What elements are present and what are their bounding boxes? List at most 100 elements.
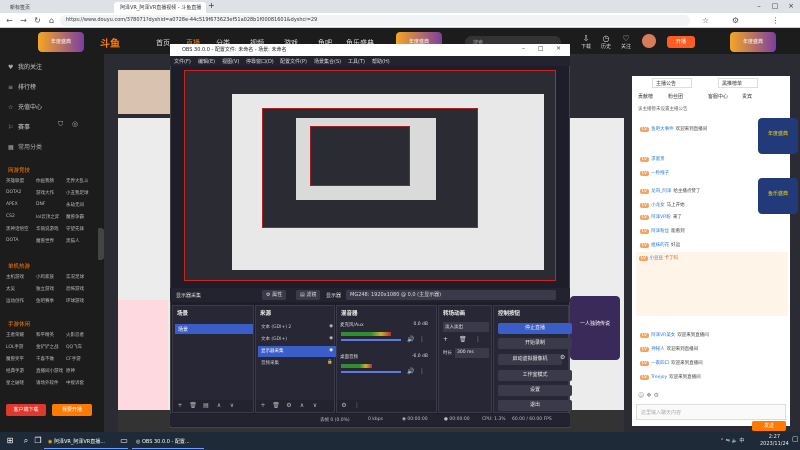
category-link[interactable]: 直播间小游戏 bbox=[36, 368, 66, 374]
category-link[interactable]: 小鸡家族 bbox=[36, 274, 66, 280]
category-link[interactable]: LOL手游 bbox=[6, 344, 36, 350]
obs-menu-view[interactable]: 视图(V) bbox=[222, 58, 239, 65]
category-link[interactable]: 黑猫人 bbox=[66, 238, 96, 244]
avatar[interactable] bbox=[642, 34, 656, 48]
target-icon[interactable]: ◎ bbox=[72, 120, 78, 128]
category-link[interactable]: CF手游 bbox=[66, 356, 96, 362]
category-link[interactable]: 无界大乱斗 bbox=[66, 178, 96, 184]
douyu-logo[interactable]: 斗鱼 bbox=[100, 35, 134, 50]
client-download-button[interactable]: 客户端下载 bbox=[6, 404, 46, 416]
remove-icon[interactable]: 🗑 bbox=[271, 401, 281, 411]
category-link[interactable]: 星之破晓 bbox=[6, 380, 36, 386]
category-link[interactable]: 经典手游 bbox=[6, 368, 36, 374]
add-icon[interactable]: + bbox=[258, 401, 268, 411]
task-view-icon[interactable]: ❐ bbox=[32, 435, 44, 447]
category-link[interactable]: 火影忍者 bbox=[66, 332, 96, 338]
category-link[interactable]: DOTA2 bbox=[6, 190, 36, 196]
category-link[interactable]: 守望先锋 bbox=[66, 226, 96, 232]
category-link[interactable]: 和平精英 bbox=[36, 332, 66, 338]
tab-service[interactable]: 客服中心 bbox=[708, 93, 728, 100]
studio-mode-button[interactable]: 工作室模式 bbox=[498, 370, 572, 381]
header-banner-left[interactable]: 年度盛典 bbox=[38, 32, 84, 52]
reload-icon[interactable]: ↻ bbox=[32, 15, 43, 26]
extensions-icon[interactable]: ⚙ bbox=[730, 15, 741, 26]
emoji-icon[interactable]: ☺ bbox=[638, 392, 644, 399]
side-promo-banner[interactable]: 年度盛典 bbox=[758, 118, 798, 154]
display-select[interactable]: MG248: 1920x1080 @ 0,0 (主显示器) bbox=[346, 290, 556, 300]
forward-icon[interactable]: → bbox=[18, 15, 29, 26]
category-link[interactable]: 鱼吧赛季 bbox=[36, 298, 66, 304]
maximize-icon[interactable]: □ bbox=[768, 1, 782, 12]
star-icon[interactable]: ☆ bbox=[700, 15, 711, 26]
sidebar-usual-category[interactable]: ▦ 常用分类 bbox=[8, 142, 42, 151]
volume-slider[interactable] bbox=[341, 339, 401, 341]
category-link[interactable]: 魔兽世界 bbox=[36, 238, 66, 244]
eye-icon[interactable]: ◉ bbox=[329, 348, 333, 353]
category-link[interactable]: 千喜不做 bbox=[36, 356, 66, 362]
category-link[interactable]: APEX bbox=[6, 202, 36, 208]
taskbar-app-obs[interactable]: ◎ OBS 30.0.0 - 配置... bbox=[132, 433, 204, 449]
category-link[interactable]: 环球游戏 bbox=[66, 298, 96, 304]
obs-menu-tools[interactable]: 工具(T) bbox=[348, 58, 365, 65]
category-link[interactable]: 魔兽争霸 bbox=[66, 214, 96, 220]
obs-close-icon[interactable]: × bbox=[556, 45, 561, 52]
remove-icon[interactable]: 🗑 bbox=[188, 401, 198, 411]
volume-slider[interactable] bbox=[341, 371, 401, 373]
category-link[interactable]: 小丑我足球 bbox=[66, 190, 96, 196]
duration-input[interactable]: 300 ms bbox=[455, 348, 489, 358]
file-explorer-icon[interactable]: ▭ bbox=[118, 435, 130, 447]
obs-menu-file[interactable]: 文件(F) bbox=[174, 58, 191, 65]
category-link[interactable]: 原神 bbox=[66, 368, 96, 374]
shield-icon[interactable]: ⛉ bbox=[58, 120, 63, 129]
settings-button[interactable]: 设置 bbox=[498, 385, 572, 396]
obs-maximize-icon[interactable]: □ bbox=[538, 45, 544, 52]
search-icon[interactable]: ⌕ bbox=[20, 435, 32, 447]
taskbar-app-chrome[interactable]: ◉ 阿泽VR_阿泽VR直播... bbox=[44, 433, 128, 449]
source-item[interactable]: 文本 (GDI+) ◉ bbox=[258, 334, 336, 345]
category-link[interactable]: 主机游戏 bbox=[6, 274, 36, 280]
browser-tab-douyu[interactable]: 阿泽VR_阿泽VR直播视频 - 斗鱼直播 bbox=[114, 2, 206, 13]
url-input[interactable]: https://www.douyu.com/378071?dyshid=a072… bbox=[60, 15, 690, 26]
notification-icon[interactable]: ▢ bbox=[792, 435, 799, 443]
stop-streaming-button[interactable]: 停止直播 bbox=[498, 323, 572, 334]
source-item[interactable]: 文本 (GDI+) 2 ◉ bbox=[258, 322, 336, 333]
more-icon[interactable]: ⋮ bbox=[419, 336, 425, 343]
start-live-button[interactable]: 我要开播 bbox=[52, 404, 92, 416]
more-icon[interactable]: ⋮ bbox=[352, 401, 362, 411]
header-banner-right[interactable]: 年度盛典 bbox=[730, 32, 776, 52]
chat-input[interactable]: 这里输入聊天内容 bbox=[636, 404, 786, 420]
category-link[interactable]: DNF bbox=[36, 202, 66, 208]
start-recording-button[interactable]: 开始录制 bbox=[498, 338, 572, 349]
obs-menu-help[interactable]: 帮助(H) bbox=[372, 58, 390, 65]
open-live-button[interactable]: 开播 bbox=[667, 36, 695, 48]
remove-icon[interactable]: 🗑 bbox=[459, 336, 467, 343]
category-link[interactable]: 你画我猜 bbox=[36, 178, 66, 184]
settings-icon[interactable]: ⚙ bbox=[654, 392, 659, 399]
close-icon[interactable]: × bbox=[784, 1, 798, 12]
sidebar-item-rank[interactable]: ≡ 排行榜 bbox=[8, 82, 36, 91]
add-icon[interactable]: + bbox=[443, 336, 448, 343]
promo-sticker[interactable] bbox=[118, 300, 168, 410]
header-history[interactable]: ◷ 历史 bbox=[596, 34, 616, 50]
category-link[interactable]: 请场外软件 bbox=[36, 380, 66, 386]
category-link[interactable]: DOTA bbox=[6, 238, 36, 244]
category-link[interactable]: 恐怖游戏 bbox=[66, 286, 96, 292]
ranking-tab[interactable]: 黑推榜单 bbox=[718, 78, 758, 88]
category-link[interactable]: 游戏大作 bbox=[36, 190, 66, 196]
filters-button[interactable]: ▤ 滤镜 bbox=[296, 290, 321, 300]
category-link[interactable]: lol云顶之弈 bbox=[36, 214, 66, 220]
streamer-avatar-card[interactable] bbox=[118, 70, 170, 114]
obs-menu-scene-collection[interactable]: 场景集合(S) bbox=[314, 58, 341, 65]
category-link[interactable]: 独立游戏 bbox=[36, 286, 66, 292]
category-link[interactable]: CS2 bbox=[6, 214, 36, 220]
category-link[interactable]: 黑神话悟空 bbox=[6, 226, 36, 232]
announcement-tab[interactable]: 主播公告 bbox=[652, 78, 692, 88]
speaker-icon[interactable]: 🔊 bbox=[407, 336, 414, 343]
more-icon[interactable]: ⋮ bbox=[475, 336, 481, 343]
obs-menu-profile[interactable]: 配置文件(P) bbox=[280, 58, 307, 65]
down-icon[interactable]: ∨ bbox=[227, 401, 237, 411]
header-follow[interactable]: ♡ 关注 bbox=[616, 34, 636, 50]
browser-menu-icon[interactable]: ⋮ bbox=[770, 15, 781, 26]
back-icon[interactable]: ← bbox=[4, 15, 15, 26]
send-button[interactable]: 发送 bbox=[752, 421, 786, 431]
